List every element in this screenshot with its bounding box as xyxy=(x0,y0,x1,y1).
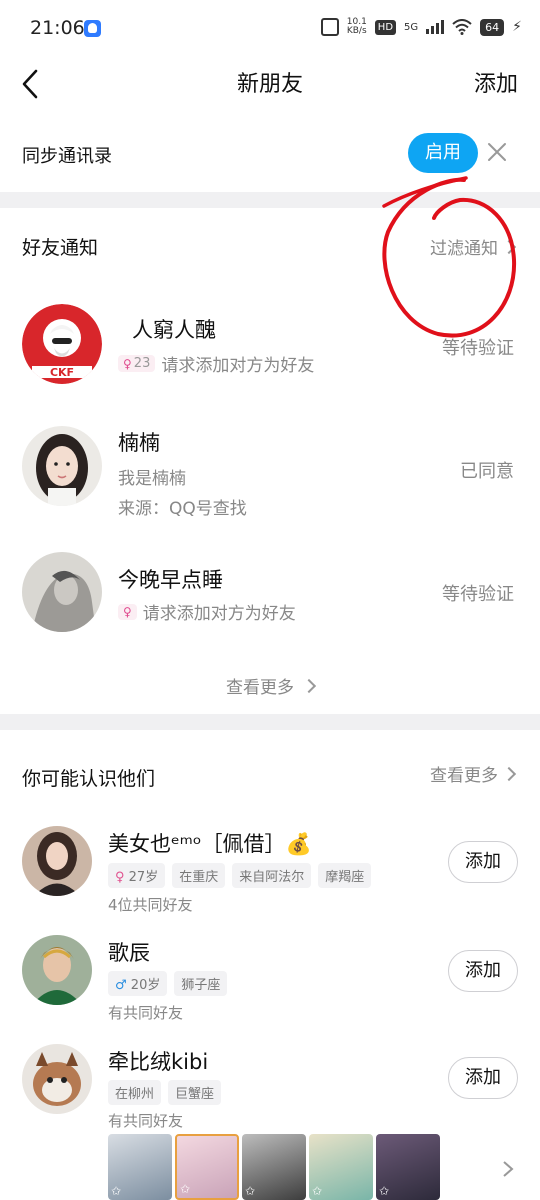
suggestions-title: 你可能认识他们 xyxy=(22,768,156,790)
request-source: 来源：QQ号查找 xyxy=(118,499,247,519)
female-icon: ♀ xyxy=(123,356,132,371)
request-status: 等待验证 xyxy=(442,584,514,605)
friend-request-item[interactable]: 楠楠 我是楠楠 来源：QQ号查找 已同意 xyxy=(0,420,540,530)
add-friend-button[interactable]: 添加 xyxy=(448,950,518,992)
user-tags: ♂ 20岁 狮子座 xyxy=(108,971,228,996)
battery-icon: 64 xyxy=(480,18,505,36)
add-friend-button[interactable]: 添加 xyxy=(448,1057,518,1099)
chevron-right-icon[interactable] xyxy=(500,1160,516,1178)
view-more-suggestions[interactable]: 查看更多 xyxy=(430,761,517,786)
avatar xyxy=(22,426,102,506)
avatar xyxy=(22,935,92,1005)
sync-contacts-bar: 同步通讯录 启用 xyxy=(0,124,540,192)
gender-badge: ♀ 23 xyxy=(118,355,156,372)
photo-thumbnail[interactable]: ✩ xyxy=(376,1134,440,1200)
suggestion-item[interactable]: 牵比绒kibi 在柳州 巨蟹座 有共同好友 添加 xyxy=(0,1040,540,1130)
nav-bar: 新朋友 添加 xyxy=(0,58,540,114)
vibrate-icon xyxy=(320,18,339,36)
add-friend-button[interactable]: 添加 xyxy=(448,841,518,883)
mutual-friends: 有共同好友 xyxy=(108,1004,184,1022)
friend-notifications-title: 好友通知 xyxy=(22,237,99,259)
star-icon: ✩ xyxy=(180,1182,191,1196)
star-icon: ✩ xyxy=(111,1184,122,1198)
photo-thumbnail[interactable]: ✩ xyxy=(108,1134,172,1200)
status-time: 21:06 xyxy=(30,17,85,39)
photo-thumbnail[interactable]: ✩ xyxy=(175,1134,239,1200)
age-tag: ♂ 20岁 xyxy=(108,971,168,996)
charging-icon: ⚡ xyxy=(512,19,522,35)
star-icon: ✩ xyxy=(245,1184,256,1198)
section-divider xyxy=(0,192,540,208)
sync-contacts-label: 同步通讯录 xyxy=(22,146,112,167)
user-tags: 在柳州 巨蟹座 xyxy=(108,1080,222,1105)
chevron-right-icon xyxy=(501,766,517,781)
location-tag: 在重庆 xyxy=(172,863,226,888)
add-button[interactable]: 添加 xyxy=(474,66,518,98)
zodiac-tag: 巨蟹座 xyxy=(168,1080,222,1105)
friend-request-item[interactable]: 今晚早点睡 ♀ 请求添加对方为好友 等待验证 xyxy=(0,548,540,648)
requester-name: 人窮人醜 xyxy=(132,318,216,342)
net-speed: 10.1 KB/s xyxy=(346,17,367,36)
signal-icon xyxy=(426,20,445,34)
friend-request-item[interactable]: CKF 人窮人醜 ♀ 23 请求添加对方为好友 等待验证 xyxy=(0,300,540,400)
requester-name: 楠楠 xyxy=(118,431,160,455)
photo-thumbnail[interactable]: ✩ xyxy=(309,1134,373,1200)
chevron-right-icon xyxy=(501,239,517,254)
female-icon: ♀ xyxy=(123,604,132,619)
network-type: 5G xyxy=(404,21,419,33)
location-tag: 在柳州 xyxy=(108,1080,162,1105)
page-title: 新朋友 xyxy=(236,72,303,97)
suggested-user-name: 歌辰 xyxy=(108,941,150,965)
status-bar: 21:06 10.1 KB/s HD 5G 64 ⚡ xyxy=(0,0,540,58)
status-icons: 10.1 KB/s HD 5G 64 ⚡ xyxy=(320,17,522,36)
suggested-user-name: 牵比绒kibi xyxy=(108,1050,209,1074)
qq-notification-icon xyxy=(84,20,101,37)
chevron-right-icon xyxy=(301,678,317,694)
hometown-tag: 来自阿法尔 xyxy=(232,863,312,888)
avatar xyxy=(22,1044,92,1114)
female-icon: ♀ xyxy=(115,870,129,885)
request-message: 我是楠楠 xyxy=(118,469,186,489)
wifi-icon xyxy=(452,19,472,35)
section-divider xyxy=(0,714,540,730)
view-more-notifications[interactable]: 查看更多 xyxy=(0,673,540,698)
photo-thumbnail[interactable]: ✩ xyxy=(242,1134,306,1200)
request-message: ♀ 请求添加对方为好友 xyxy=(118,599,296,624)
user-tags: ♀ 27岁 在重庆 来自阿法尔 摩羯座 xyxy=(108,863,372,888)
avatar: CKF xyxy=(22,304,102,384)
enable-button[interactable]: 启用 xyxy=(408,133,478,173)
request-status: 已同意 xyxy=(460,461,514,482)
svg-text:CKF: CKF xyxy=(50,366,74,379)
mutual-friends: 4位共同好友 xyxy=(108,896,193,914)
close-icon[interactable] xyxy=(486,141,508,163)
hd-icon: HD xyxy=(374,19,397,35)
filter-notifications-link[interactable]: 过滤通知 xyxy=(430,234,517,259)
request-message: ♀ 23 请求添加对方为好友 xyxy=(118,351,314,376)
age-tag: ♀ 27岁 xyxy=(108,863,166,888)
zodiac-tag: 摩羯座 xyxy=(318,863,372,888)
suggestion-item[interactable]: 歌辰 ♂ 20岁 狮子座 有共同好友 添加 xyxy=(0,930,540,1030)
avatar xyxy=(22,826,92,896)
gender-badge: ♀ xyxy=(118,603,137,620)
requester-name: 今晚早点睡 xyxy=(118,568,223,592)
suggestion-item[interactable]: 美女也ᵉᵐᵒ［佩借］💰 ♀ 27岁 在重庆 来自阿法尔 摩羯座 4位共同好友 添… xyxy=(0,820,540,920)
request-status: 等待验证 xyxy=(442,338,514,359)
mutual-friends: 有共同好友 xyxy=(108,1112,184,1130)
zodiac-tag: 狮子座 xyxy=(174,971,228,996)
star-icon: ✩ xyxy=(379,1184,390,1198)
male-icon: ♂ xyxy=(115,978,131,993)
suggested-user-name: 美女也ᵉᵐᵒ［佩借］💰 xyxy=(108,832,312,856)
photo-strip[interactable]: ✩ ✩ ✩ ✩ ✩ xyxy=(108,1134,440,1200)
avatar xyxy=(22,552,102,632)
star-icon: ✩ xyxy=(312,1184,323,1198)
